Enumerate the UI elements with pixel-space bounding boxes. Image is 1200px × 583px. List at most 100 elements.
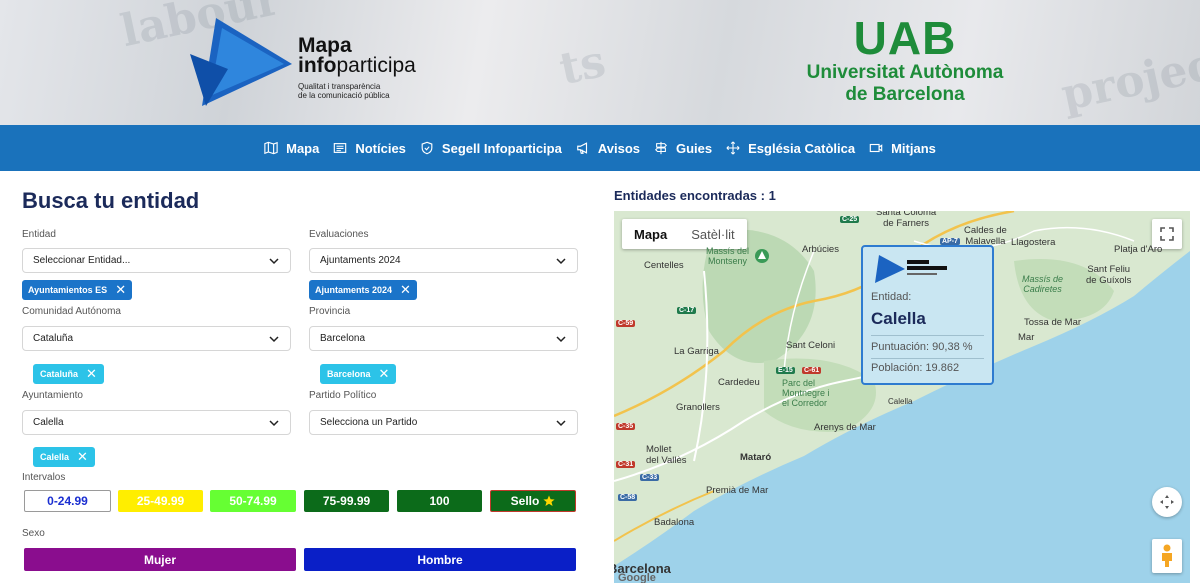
entity-label: Entidad:	[871, 291, 912, 303]
interval-button-sello[interactable]: Sello	[490, 490, 576, 512]
road-tag: C-17	[677, 307, 697, 314]
select-value: Cataluña	[33, 333, 74, 344]
map-label-platja: Platja d'Aro	[1114, 244, 1163, 255]
pan-arrows-icon	[1160, 495, 1174, 509]
map-label-sant-celoni: Sant Celoni	[786, 340, 836, 351]
chevron-down-icon	[269, 257, 279, 264]
close-icon[interactable]: ✕	[86, 367, 97, 380]
map-label-granollers: Granollers	[676, 402, 720, 413]
close-icon[interactable]: ✕	[115, 283, 126, 296]
road-tag: AP-7	[940, 238, 960, 245]
uab-line1: Universitat Autònoma	[806, 62, 1004, 83]
map-label-mollet: Mollet del Vallès	[646, 444, 687, 466]
pan-control[interactable]	[1152, 487, 1182, 517]
fullscreen-icon	[1160, 227, 1174, 241]
evaluaciones-select[interactable]: Ajuntaments 2024	[309, 248, 578, 273]
main-nav: Mapa Notícies Segell Infoparticipa Aviso…	[0, 125, 1200, 171]
map-label-tossa: Tossa de Mar	[1024, 317, 1082, 328]
background-decoration: projects	[1056, 29, 1200, 122]
map-label-sant-feliu: Sant Feliu de Guíxols	[1086, 264, 1132, 286]
provincia-label: Provincia	[309, 306, 351, 317]
map-label-montseny: Massís del Montseny	[706, 246, 750, 266]
intervalos-label: Intervalos	[22, 472, 66, 483]
map-label-centelles: Centelles	[644, 260, 684, 271]
map-label-arbucies: Arbúcies	[802, 244, 839, 255]
page-title: Busca tu entidad	[22, 188, 200, 213]
nav-item-mapa[interactable]: Mapa	[257, 141, 326, 156]
partido-select[interactable]: Selecciona un Partido	[309, 410, 578, 435]
select-value: Calella	[33, 417, 64, 428]
ayuntamiento-select[interactable]: Calella	[22, 410, 291, 435]
uab-line2: de Barcelona	[845, 84, 965, 105]
map-label-arenys: Arenys de Mar	[814, 422, 876, 433]
close-icon[interactable]: ✕	[400, 283, 411, 296]
media-icon	[869, 143, 883, 153]
interval-button-0-24[interactable]: 0-24.99	[24, 490, 111, 512]
infoparticipa-mini-logo-icon	[875, 255, 947, 283]
map-label-montnegre: Parc del Montnegre i el Corredor	[782, 378, 830, 408]
nav-item-avisos[interactable]: Avisos	[569, 141, 647, 156]
evaluaciones-label: Evaluaciones	[309, 229, 369, 240]
nav-item-label: Guies	[676, 140, 713, 156]
provincia-select[interactable]: Barcelona	[309, 326, 578, 351]
entity-poblacion: Población: 19.862	[871, 362, 960, 374]
evaluaciones-chip[interactable]: Ajuntaments 2024 ✕	[309, 280, 417, 300]
nav-item-esglesia[interactable]: Església Catòlica	[719, 141, 862, 156]
partido-label: Partido Político	[309, 390, 377, 401]
ayuntamiento-label: Ayuntamiento	[22, 390, 83, 401]
entity-info-window[interactable]: Entidad: Calella Puntuación: 90,38 % Pob…	[861, 245, 994, 385]
road-tag: C-31	[616, 461, 636, 468]
nav-item-label: Notícies	[355, 140, 406, 156]
select-value: Seleccionar Entidad...	[33, 255, 131, 266]
map-label-badalona: Badalona	[654, 517, 695, 528]
sexo-label: Sexo	[22, 528, 45, 539]
select-value: Selecciona un Partido	[320, 417, 418, 428]
comunidad-chip[interactable]: Cataluña ✕	[33, 364, 104, 384]
interval-button-25-49[interactable]: 25-49.99	[118, 490, 203, 512]
nav-item-segell[interactable]: Segell Infoparticipa	[413, 141, 569, 156]
map-type-mapa[interactable]: Mapa	[622, 219, 679, 249]
map-label-llagostera: Llagostera	[1011, 237, 1056, 248]
chip-label: Calella	[40, 452, 70, 462]
road-tag: C-61	[802, 367, 822, 374]
map-label-caldes: Caldes de Malavella	[964, 225, 1007, 247]
chevron-down-icon	[556, 335, 566, 342]
map-view[interactable]: Mapa Satèl·lit Santa Coloma de Farners C…	[614, 211, 1190, 583]
road-tag: C-58	[618, 494, 638, 501]
nav-item-guies[interactable]: Guies	[647, 141, 719, 156]
entidad-select[interactable]: Seleccionar Entidad...	[22, 248, 291, 273]
nav-item-label: Església Catòlica	[748, 140, 856, 156]
comunidad-label: Comunidad Autónoma	[22, 306, 121, 317]
star-icon	[543, 495, 555, 506]
uab-acronym: UAB	[853, 12, 957, 64]
map-type-satelite[interactable]: Satèl·lit	[679, 219, 746, 249]
chevron-down-icon	[556, 257, 566, 264]
chip-label: Cataluña	[40, 369, 79, 379]
interval-button-50-74[interactable]: 50-74.99	[210, 490, 296, 512]
mujer-button[interactable]: Mujer	[24, 548, 296, 571]
interval-button-100[interactable]: 100	[397, 490, 482, 512]
uab-logo[interactable]: UAB Universitat Autònoma de Barcelona	[780, 14, 1030, 106]
comunidad-select[interactable]: Cataluña	[22, 326, 291, 351]
google-logo[interactable]: Google	[618, 572, 656, 583]
map-label-calella: Calella	[888, 397, 913, 406]
ayuntamiento-chip[interactable]: Calella ✕	[33, 447, 95, 467]
chip-label: Ajuntaments 2024	[315, 285, 393, 295]
road-tag: E-15	[776, 367, 795, 374]
map-label-santa-coloma: Santa Coloma de Farners	[876, 211, 937, 229]
nav-item-label: Mitjans	[891, 140, 936, 156]
street-view-button[interactable]	[1152, 539, 1182, 573]
interval-button-75-99[interactable]: 75-99.99	[304, 490, 389, 512]
close-icon[interactable]: ✕	[77, 450, 88, 463]
close-icon[interactable]: ✕	[379, 367, 390, 380]
site-header: labour ts projects Mapa infoparticipa Qu…	[0, 0, 1200, 125]
divider	[871, 335, 984, 336]
nav-item-noticies[interactable]: Notícies	[326, 141, 413, 156]
infoparticipa-logo[interactable]: Mapa infoparticipa Qualitat i transparèn…	[188, 14, 428, 114]
chevron-down-icon	[556, 419, 566, 426]
hombre-button[interactable]: Hombre	[304, 548, 576, 571]
provincia-chip[interactable]: Barcelona ✕	[320, 364, 397, 384]
entidad-chip[interactable]: Ayuntamientos ES ✕	[22, 280, 133, 300]
nav-item-mitjans[interactable]: Mitjans	[862, 141, 943, 156]
signpost-icon	[655, 141, 667, 155]
